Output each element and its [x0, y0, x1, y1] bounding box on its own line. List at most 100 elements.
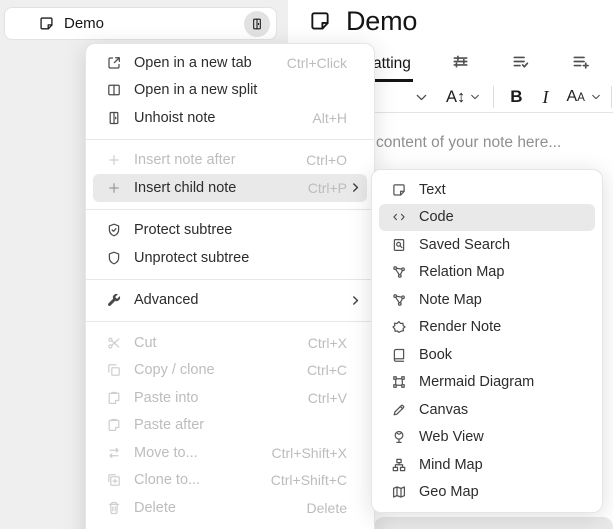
shield-icon	[106, 250, 122, 266]
note-type-submenu: Text Code Saved Search Relation Map Note Map…	[371, 169, 603, 513]
file-find-icon	[391, 237, 407, 253]
paragraph-style-dropdown[interactable]	[414, 90, 429, 105]
menu-item-canvas[interactable]: Canvas	[372, 396, 602, 424]
menu-item-web-view[interactable]: Web View	[372, 424, 602, 452]
book-icon	[391, 347, 407, 363]
menu-item-mermaid-diagram[interactable]: Mermaid Diagram	[372, 369, 602, 397]
chevron-down-icon	[590, 91, 602, 103]
ribbon-buttons	[451, 52, 590, 71]
bottom-panel	[374, 517, 613, 529]
shield-check-icon	[106, 222, 122, 238]
note-icon	[308, 9, 332, 33]
menu-item-label: Open in a new tab	[134, 55, 287, 71]
bold-button[interactable]: B	[510, 87, 522, 107]
menu-item-label: Insert note after	[134, 152, 306, 168]
menu-separator	[86, 209, 374, 210]
sitemap-icon	[391, 457, 407, 473]
door-icon	[106, 110, 122, 126]
menu-item-label: Protect subtree	[134, 222, 347, 238]
chevron-down-icon	[414, 90, 429, 105]
chevron-down-icon	[469, 91, 481, 103]
toolbar-divider	[611, 86, 612, 108]
menu-item-label: Move to...	[134, 445, 272, 461]
menu-item-label: Canvas	[419, 402, 590, 418]
font-size-label: A↕	[446, 88, 465, 107]
menu-item-text[interactable]: Text	[372, 176, 602, 204]
hoisted-note-header[interactable]: Demo	[4, 7, 277, 40]
menu-item-label: Unhoist note	[134, 110, 312, 126]
menu-item-label: Relation Map	[419, 264, 590, 280]
menu-item-shortcut: Ctrl+V	[308, 390, 347, 406]
menu-item-label: Insert child note	[134, 180, 308, 196]
menu-item-clone-to: Clone to...Ctrl+Shift+C	[86, 467, 374, 495]
menu-item-label: Text	[419, 182, 590, 198]
menu-item-label: Web View	[419, 429, 590, 445]
menu-item-label: Book	[419, 347, 590, 363]
toolbar-divider	[493, 86, 494, 108]
menu-item-saved-search[interactable]: Saved Search	[372, 231, 602, 259]
formatting-toolbar: A↕ B I AA	[414, 84, 612, 110]
owned-attributes-button[interactable]	[511, 52, 530, 71]
menu-item-copy-clone: Copy / cloneCtrl+C	[86, 357, 374, 385]
unhoist-button[interactable]	[244, 11, 270, 37]
promoted-attributes-button[interactable]	[571, 52, 590, 71]
menu-item-mind-map[interactable]: Mind Map	[372, 451, 602, 479]
editor-placeholder[interactable]: content of your note here...	[376, 134, 561, 152]
graph-icon	[391, 292, 407, 308]
graph-icon	[391, 264, 407, 280]
basic-properties-button[interactable]	[451, 52, 470, 71]
menu-item-open-in-a-new-split[interactable]: Open in a new split	[86, 77, 374, 105]
menu-item-code[interactable]: Code	[379, 204, 595, 232]
case-label: AA	[567, 88, 585, 106]
menu-item-label: Delete	[134, 500, 307, 516]
menu-item-relation-map[interactable]: Relation Map	[372, 259, 602, 287]
menu-item-shortcut: Ctrl+X	[308, 335, 347, 351]
note-title[interactable]: Demo	[346, 6, 417, 37]
plus-icon	[106, 152, 122, 168]
menu-separator	[86, 279, 374, 280]
menu-item-insert-note-after: Insert note afterCtrl+O	[86, 147, 374, 175]
font-size-dropdown[interactable]: A↕	[446, 88, 481, 107]
menu-item-shortcut: Ctrl+Click	[287, 55, 347, 71]
menu-item-label: Copy / clone	[134, 362, 307, 378]
menu-item-unprotect-subtree[interactable]: Unprotect subtree	[86, 244, 374, 272]
menu-item-shortcut: Ctrl+C	[307, 362, 347, 378]
menu-item-label: Render Note	[419, 319, 590, 335]
menu-item-book[interactable]: Book	[372, 341, 602, 369]
menu-item-label: Clone to...	[134, 472, 271, 488]
pen-icon	[391, 402, 407, 418]
menu-item-paste-after: Paste after	[86, 412, 374, 440]
menu-item-geo-map[interactable]: Geo Map	[372, 479, 602, 507]
menu-item-label: Saved Search	[419, 237, 590, 253]
clone-icon	[106, 472, 122, 488]
menu-item-open-in-a-new-tab[interactable]: Open in a new tabCtrl+Click	[86, 49, 374, 77]
copy-icon	[106, 362, 122, 378]
submenu-arrow-icon	[347, 294, 362, 307]
list-plus-icon	[571, 52, 590, 71]
menu-item-shortcut: Delete	[307, 500, 347, 516]
menu-item-label: Mind Map	[419, 457, 590, 473]
menu-item-note-map[interactable]: Note Map	[372, 286, 602, 314]
menu-item-insert-child-note[interactable]: Insert child noteCtrl+P	[93, 174, 367, 202]
italic-button[interactable]: I	[543, 87, 549, 108]
menu-item-render-note[interactable]: Render Note	[372, 314, 602, 342]
code-icon	[391, 209, 407, 225]
hoisted-note-label: Demo	[64, 15, 104, 32]
note-icon	[38, 15, 55, 32]
text-case-dropdown[interactable]: AA	[567, 88, 602, 106]
door-icon	[250, 17, 264, 31]
menu-item-delete: DeleteDelete	[86, 494, 374, 522]
menu-separator	[86, 139, 374, 140]
menu-item-label: Cut	[134, 335, 308, 351]
menu-item-unhoist-note[interactable]: Unhoist noteAlt+H	[86, 104, 374, 132]
tab-formatting[interactable]: atting	[371, 50, 413, 82]
menu-item-advanced[interactable]: Advanced	[86, 287, 374, 315]
menu-item-label: Unprotect subtree	[134, 250, 347, 266]
shape-icon	[391, 319, 407, 335]
menu-item-cut: CutCtrl+X	[86, 329, 374, 357]
menu-item-label: Code	[419, 209, 590, 225]
menu-separator	[86, 321, 374, 322]
menu-item-label: Paste into	[134, 390, 308, 406]
menu-item-protect-subtree[interactable]: Protect subtree	[86, 217, 374, 245]
menu-item-shortcut: Alt+H	[312, 110, 347, 126]
